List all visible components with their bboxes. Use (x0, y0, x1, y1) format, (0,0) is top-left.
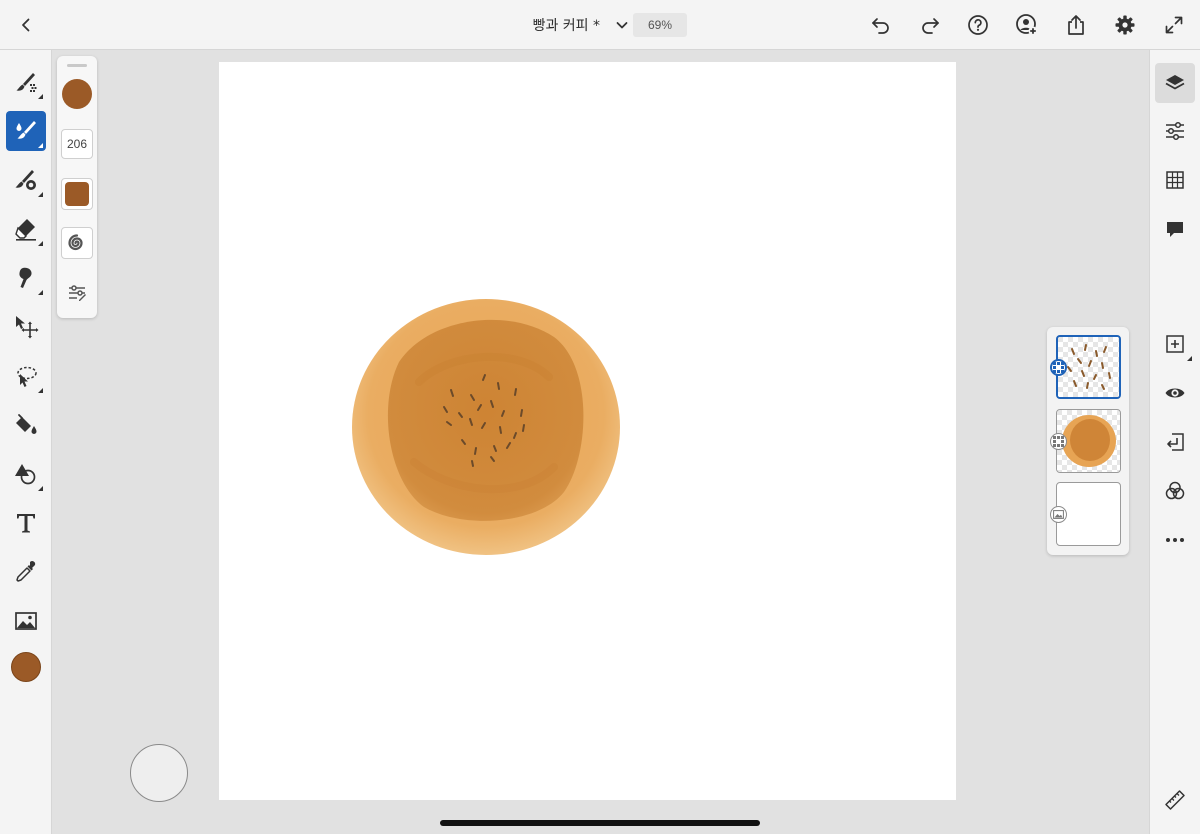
right-toolbar (1149, 50, 1200, 834)
tool-options-indicator (38, 290, 43, 295)
image-layer-icon (1053, 510, 1064, 519)
move-tool[interactable] (6, 307, 46, 347)
brush-flow-button[interactable] (61, 178, 93, 210)
redo-button[interactable] (914, 9, 946, 41)
color-swatch[interactable] (11, 652, 41, 682)
layers-button[interactable] (1155, 63, 1195, 103)
fullscreen-button[interactable] (1158, 9, 1190, 41)
comments-button[interactable] (1155, 209, 1195, 249)
paint-brush-icon (16, 73, 37, 92)
adjustments-icon (1166, 121, 1184, 141)
canvas-artwork (352, 299, 620, 555)
tool-options-indicator (38, 486, 43, 491)
pixel-layer-icon (1053, 436, 1064, 447)
home-indicator (440, 820, 760, 826)
pixel-brush-tool[interactable] (6, 111, 46, 151)
undo-icon (872, 18, 889, 34)
swirl-icon (68, 234, 83, 251)
mixer-brush-tool[interactable] (6, 160, 46, 200)
help-button[interactable] (962, 9, 994, 41)
left-toolbar (0, 50, 52, 834)
pixel-brush-icon (16, 121, 36, 139)
smudge-tool[interactable] (6, 258, 46, 298)
seeds-layer-preview (1058, 337, 1119, 397)
add-layer-button[interactable] (1155, 324, 1195, 364)
smudge-icon (19, 267, 32, 288)
move-icon (16, 316, 39, 339)
paint-brush-tool[interactable] (6, 62, 46, 102)
ruler-icon (1165, 790, 1185, 810)
settings-button[interactable] (1109, 9, 1141, 41)
zoom-level[interactable]: 69% (633, 13, 687, 37)
pixel-layer-icon (1053, 362, 1064, 373)
share-icon (1068, 15, 1084, 35)
eyedropper-icon (16, 561, 36, 582)
document-title-button[interactable]: 빵과 커피 * (470, 14, 630, 36)
gear-icon (1115, 15, 1135, 35)
flow-swatch (65, 182, 89, 206)
chevron-down-icon (616, 22, 628, 29)
invite-icon (1016, 14, 1038, 36)
eyedropper-tool[interactable] (6, 552, 46, 592)
eraser-tool[interactable] (6, 209, 46, 249)
blend-mode-icon (1165, 481, 1185, 500)
tool-options-indicator (38, 192, 43, 197)
comment-icon (1167, 222, 1183, 237)
drawing-canvas[interactable] (219, 62, 956, 800)
document-title: 빵과 커피 * (532, 18, 600, 34)
blend-mode-button[interactable] (1155, 471, 1195, 511)
brush-size-field[interactable]: 206 (61, 129, 93, 159)
layer-type-badge[interactable] (1050, 433, 1067, 450)
brush-settings-button[interactable] (61, 278, 93, 308)
grid-icon (1166, 171, 1184, 189)
adjustments-button[interactable] (1155, 111, 1195, 151)
shape-tool[interactable] (6, 454, 46, 494)
layer-type-badge[interactable] (1050, 359, 1067, 376)
layers-panel (1047, 327, 1129, 555)
text-icon (17, 514, 35, 533)
brush-settings-icon (69, 285, 86, 301)
undo-button[interactable] (865, 9, 897, 41)
fill-tool[interactable] (6, 405, 46, 445)
brush-properties-panel: 206 (57, 56, 97, 318)
paint-bucket-icon (16, 414, 37, 434)
panel-drag-handle[interactable] (67, 64, 87, 67)
grid-button[interactable] (1155, 160, 1195, 200)
ruler-button[interactable] (1155, 780, 1195, 820)
tool-options-indicator (38, 241, 43, 246)
fullscreen-icon (1165, 16, 1183, 34)
redo-icon (922, 18, 939, 34)
touch-shortcut-button[interactable] (130, 744, 188, 802)
tool-options-indicator (38, 388, 43, 393)
lasso-icon (17, 366, 37, 387)
tool-options-indicator (1187, 356, 1192, 361)
merge-down-icon (1167, 433, 1184, 451)
place-image-tool[interactable] (6, 601, 46, 641)
top-bar: 빵과 커피 * 69% (0, 0, 1200, 50)
eraser-icon (15, 219, 36, 241)
share-button[interactable] (1060, 9, 1092, 41)
brush-texture-button[interactable] (61, 227, 93, 259)
back-button[interactable] (10, 9, 42, 41)
more-options-button[interactable] (1155, 520, 1195, 560)
help-icon (968, 15, 988, 35)
tool-options-indicator (38, 94, 43, 99)
chevron-left-icon (22, 18, 30, 32)
eye-icon (1165, 388, 1185, 398)
image-icon (15, 612, 37, 630)
layers-icon (1165, 75, 1185, 90)
text-tool[interactable] (6, 503, 46, 543)
invite-button[interactable] (1011, 9, 1043, 41)
brush-color-button[interactable] (62, 79, 92, 109)
merge-down-button[interactable] (1155, 422, 1195, 462)
add-layer-icon (1166, 335, 1184, 353)
lasso-select-tool[interactable] (6, 356, 46, 396)
tool-options-indicator (38, 143, 43, 148)
mixer-brush-icon (15, 170, 36, 190)
shapes-icon (15, 464, 36, 485)
bread-drawing (352, 299, 620, 555)
layer-visibility-button[interactable] (1155, 373, 1195, 413)
more-icon (1166, 538, 1184, 542)
layer-type-badge[interactable] (1050, 506, 1067, 523)
